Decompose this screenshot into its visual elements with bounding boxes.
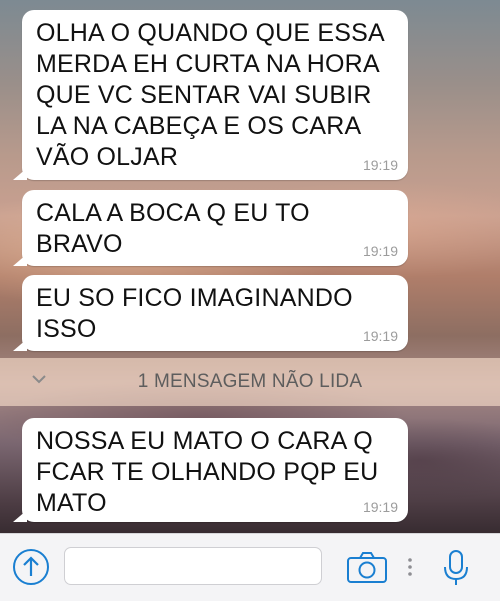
upload-button[interactable] <box>12 548 50 586</box>
message-bubble[interactable]: CALA A BOCA Q EU TO BRAVO 19:19 <box>13 190 408 266</box>
message-time: 19:19 <box>362 157 398 173</box>
message-input-bar <box>0 533 500 601</box>
microphone-button[interactable] <box>442 548 470 588</box>
unread-label: 1 MENSAGEM NÃO LIDA <box>137 371 363 392</box>
message-text: OLHA O QUANDO QUE ESSA MERDA EH CURTA NA… <box>36 19 385 171</box>
camera-button[interactable] <box>346 550 388 584</box>
message-bubble[interactable]: EU SO FICO IMAGINANDO ISSO 19:19 <box>13 275 408 351</box>
chevron-down-icon <box>32 375 46 384</box>
unread-divider: 1 MENSAGEM NÃO LIDA <box>0 358 500 406</box>
message-time: 19:19 <box>362 328 398 344</box>
message-text: EU SO FICO IMAGINANDO ISSO <box>36 284 353 343</box>
message-time: 19:19 <box>362 243 398 259</box>
more-options-button[interactable] <box>404 552 416 582</box>
microphone-icon <box>444 550 468 585</box>
message-bubble[interactable]: OLHA O QUANDO QUE ESSA MERDA EH CURTA NA… <box>13 10 408 180</box>
message-text: NOSSA EU MATO O CARA Q FCAR TE OLHANDO P… <box>36 427 379 517</box>
message-text: CALA A BOCA Q EU TO BRAVO <box>36 199 310 258</box>
camera-icon <box>347 552 387 583</box>
more-vertical-icon <box>408 558 412 576</box>
message-input[interactable] <box>64 547 322 585</box>
upload-arrow-icon <box>13 549 49 585</box>
message-bubble[interactable]: NOSSA EU MATO O CARA Q FCAR TE OLHANDO P… <box>13 418 408 522</box>
message-time: 19:19 <box>362 499 398 515</box>
